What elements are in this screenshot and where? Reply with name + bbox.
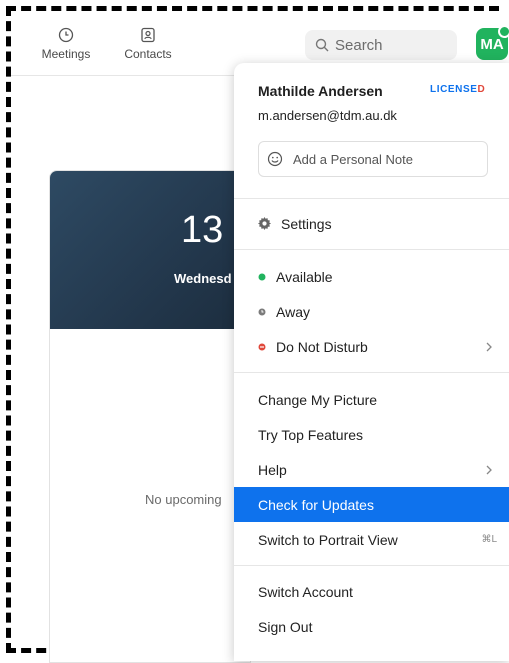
smiley-icon	[267, 151, 283, 167]
avatar-initials: MA	[480, 35, 504, 53]
portrait-view-label: Switch to Portrait View	[258, 531, 398, 548]
nav-contacts[interactable]: Contacts	[113, 27, 183, 61]
status-available-label: Available	[276, 268, 333, 285]
menu-item-portrait-view[interactable]: Switch to Portrait View ⌘L	[234, 522, 509, 557]
search-box[interactable]: Search	[305, 30, 457, 60]
personal-note-placeholder: Add a Personal Note	[293, 151, 413, 167]
license-badge-text: LICENSE	[430, 84, 478, 95]
top-features-label: Try Top Features	[258, 426, 364, 443]
menu-item-switch-account[interactable]: Switch Account	[234, 574, 509, 609]
status-do-not-disturb[interactable]: Do Not Disturb	[234, 329, 509, 364]
available-dot-icon	[258, 273, 266, 281]
sign-out-label: Sign Out	[258, 618, 313, 635]
status-dnd-label: Do Not Disturb	[276, 338, 368, 355]
portrait-shortcut: ⌘L	[481, 534, 497, 545]
clock-icon	[58, 27, 74, 43]
menu-item-settings[interactable]: Settings	[234, 206, 509, 241]
presence-dot	[498, 25, 509, 38]
divider	[234, 565, 509, 566]
menu-item-change-picture[interactable]: Change My Picture	[234, 382, 509, 417]
clock-date: Wednesd	[174, 271, 232, 286]
nav-meetings[interactable]: Meetings	[31, 27, 101, 61]
search-icon	[315, 38, 329, 52]
license-badge: LICENSED	[430, 84, 485, 95]
check-updates-label: Check for Updates	[258, 496, 374, 513]
menu-item-sign-out[interactable]: Sign Out	[234, 609, 509, 644]
menu-item-help[interactable]: Help	[234, 452, 509, 487]
chevron-right-icon	[485, 452, 493, 487]
contacts-icon	[141, 27, 155, 43]
gear-icon	[258, 217, 271, 230]
menu-item-top-features[interactable]: Try Top Features	[234, 417, 509, 452]
status-away[interactable]: Away	[234, 294, 509, 329]
change-picture-label: Change My Picture	[258, 391, 378, 408]
chevron-right-icon	[485, 329, 493, 364]
profile-menu: Mathilde Andersen LICENSED m.andersen@td…	[234, 63, 509, 661]
no-upcoming-text: No upcoming	[145, 492, 222, 507]
dnd-icon	[258, 343, 266, 351]
switch-account-label: Switch Account	[258, 583, 353, 600]
search-label: Search	[335, 36, 383, 54]
avatar[interactable]: MA	[476, 25, 509, 60]
card-header: 13 Wednesd	[50, 171, 250, 329]
nav-contacts-label: Contacts	[124, 47, 172, 61]
away-clock-icon	[258, 308, 266, 316]
menu-item-check-updates[interactable]: Check for Updates	[234, 487, 509, 522]
divider	[234, 372, 509, 373]
divider	[234, 198, 509, 199]
menu-item-settings-label: Settings	[281, 215, 332, 232]
clock-time: 13	[181, 209, 224, 251]
meeting-card: 13 Wednesd No upcoming	[49, 170, 251, 663]
license-badge-edge: D	[477, 84, 486, 95]
user-name: Mathilde Andersen	[258, 83, 383, 99]
personal-note-field[interactable]: Add a Personal Note	[258, 141, 488, 177]
divider	[234, 249, 509, 250]
status-away-label: Away	[276, 303, 310, 320]
user-email: m.andersen@tdm.au.dk	[258, 108, 397, 123]
status-available[interactable]: Available	[234, 259, 509, 294]
nav-meetings-label: Meetings	[41, 47, 91, 61]
help-label: Help	[258, 461, 287, 478]
